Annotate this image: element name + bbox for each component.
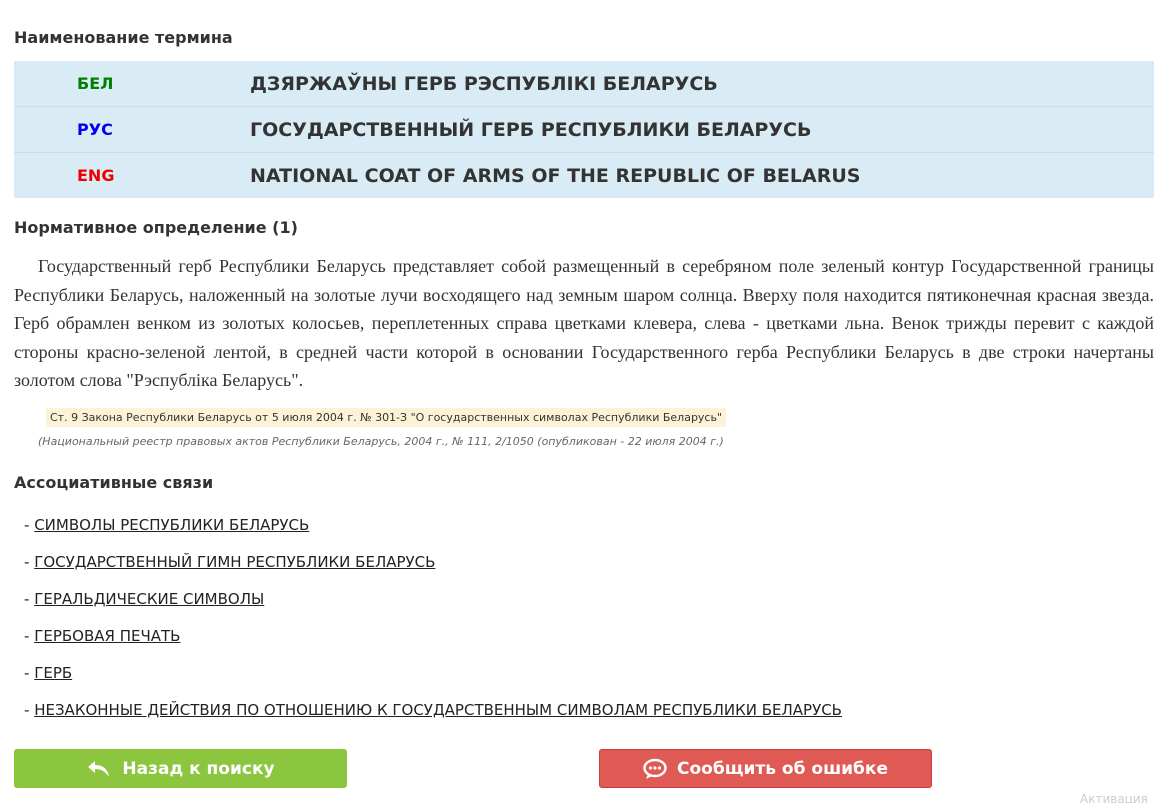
associations-section-title: Ассоциативные связи [14, 473, 214, 492]
term-row-rus: РУС ГОСУДАРСТВЕННЫЙ ГЕРБ РЕСПУБЛИКИ БЕЛА… [14, 107, 1154, 153]
term-row-eng: ENG NATIONAL COAT OF ARMS OF THE REPUBLI… [14, 153, 1154, 198]
source-citation: Ст. 9 Закона Республики Беларусь от 5 ию… [46, 408, 727, 427]
assoc-link-heraldic[interactable]: ГЕРАЛЬДИЧЕСКИЕ СИМВОЛЫ [34, 590, 264, 608]
source-publication: (Национальный реестр правовых актов Респ… [38, 435, 724, 448]
lang-code-bel: БЕЛ [77, 74, 114, 93]
back-to-search-button[interactable]: Назад к поиску [14, 749, 347, 788]
lang-code-eng: ENG [77, 166, 115, 185]
definition-section-title: Нормативное определение (1) [14, 218, 298, 237]
associations-list: - СИМВОЛЫ РЕСПУБЛИКИ БЕЛАРУСЬ - ГОСУДАРС… [24, 512, 842, 734]
list-item: - СИМВОЛЫ РЕСПУБЛИКИ БЕЛАРУСЬ [24, 512, 842, 549]
assoc-link-anthem[interactable]: ГОСУДАРСТВЕННЫЙ ГИМН РЕСПУБЛИКИ БЕЛАРУСЬ [34, 553, 435, 571]
list-dash: - [24, 664, 35, 682]
list-item: - ГОСУДАРСТВЕННЫЙ ГИМН РЕСПУБЛИКИ БЕЛАРУ… [24, 549, 842, 586]
report-error-label: Сообщить об ошибке [677, 758, 888, 779]
list-item: - ГЕРБОВАЯ ПЕЧАТЬ [24, 623, 842, 660]
list-dash: - [24, 627, 35, 645]
term-text-rus: ГОСУДАРСТВЕННЫЙ ГЕРБ РЕСПУБЛИКИ БЕЛАРУСЬ [250, 118, 812, 141]
assoc-link-symbols[interactable]: СИМВОЛЫ РЕСПУБЛИКИ БЕЛАРУСЬ [34, 516, 309, 534]
term-text-bel: ДЗЯРЖАЎНЫ ГЕРБ РЭСПУБЛІКІ БЕЛАРУСЬ [250, 72, 718, 95]
definition-text: Государственный герб Республики Беларусь… [14, 256, 1154, 390]
term-table: БЕЛ ДЗЯРЖАЎНЫ ГЕРБ РЭСПУБЛІКІ БЕЛАРУСЬ Р… [14, 61, 1154, 198]
list-item: - НЕЗАКОННЫЕ ДЕЙСТВИЯ ПО ОТНОШЕНИЮ К ГОС… [24, 697, 842, 734]
back-to-search-label: Назад к поиску [122, 758, 275, 779]
reply-all-icon [88, 760, 110, 777]
list-dash: - [24, 701, 35, 719]
term-section-title: Наименование термина [14, 28, 233, 47]
list-item: - ГЕРАЛЬДИЧЕСКИЕ СИМВОЛЫ [24, 586, 842, 623]
assoc-link-illegal-actions[interactable]: НЕЗАКОННЫЕ ДЕЙСТВИЯ ПО ОТНОШЕНИЮ К ГОСУД… [34, 701, 842, 719]
activation-watermark: Активация [1080, 792, 1148, 803]
list-dash: - [24, 553, 35, 571]
list-dash: - [24, 516, 35, 534]
term-text-eng: NATIONAL COAT OF ARMS OF THE REPUBLIC OF… [250, 164, 861, 187]
report-error-button[interactable]: Сообщить об ошибке [599, 749, 932, 788]
assoc-link-seal[interactable]: ГЕРБОВАЯ ПЕЧАТЬ [34, 627, 180, 645]
list-dash: - [24, 590, 35, 608]
lang-code-rus: РУС [77, 120, 113, 139]
assoc-link-coat[interactable]: ГЕРБ [34, 664, 72, 682]
chat-bubble-icon [643, 758, 667, 779]
term-row-bel: БЕЛ ДЗЯРЖАЎНЫ ГЕРБ РЭСПУБЛІКІ БЕЛАРУСЬ [14, 61, 1154, 107]
list-item: - ГЕРБ [24, 660, 842, 697]
